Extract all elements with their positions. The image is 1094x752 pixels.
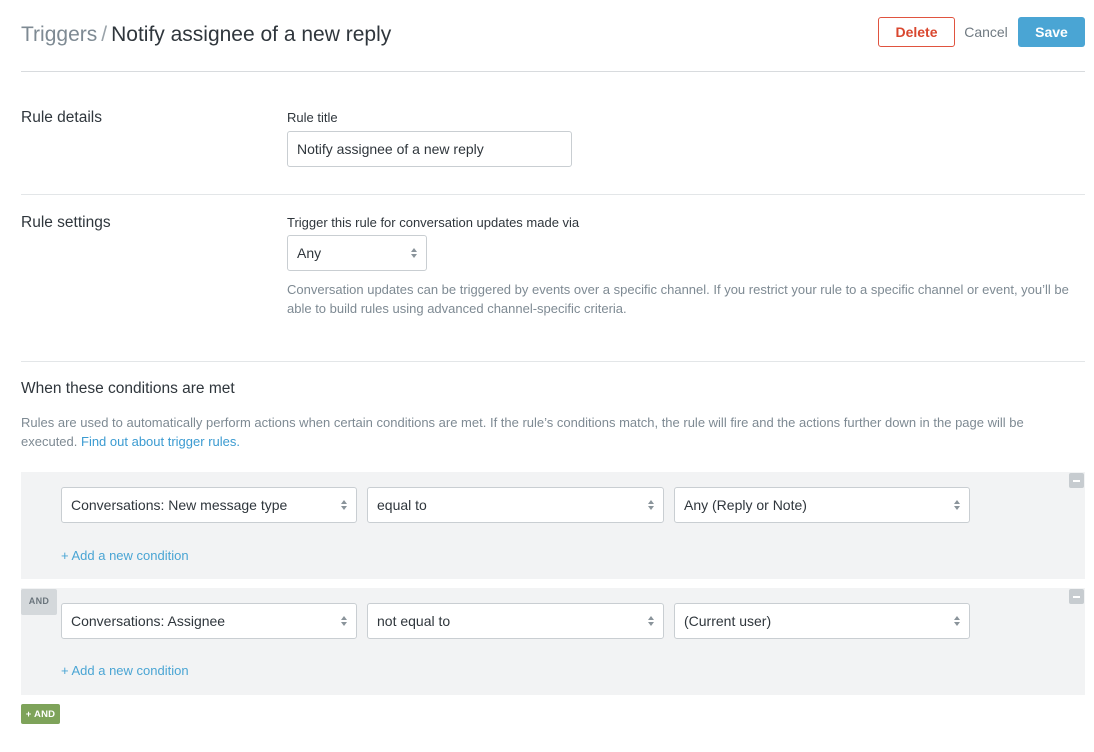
condition-operator-select[interactable]: equal to (367, 487, 664, 523)
select-caret-icon (954, 615, 960, 627)
add-and-group-button[interactable]: + AND (21, 704, 60, 724)
condition-field-select[interactable]: Conversations: New message type (61, 487, 357, 523)
trigger-rules-help-link[interactable]: Find out about trigger rules. (81, 434, 240, 449)
trigger-channel-value: Any (297, 245, 322, 261)
conditions-description: Rules are used to automatically perform … (21, 414, 1083, 451)
condition-field-value: Conversations: Assignee (71, 613, 226, 629)
trigger-channel-help: Conversation updates can be triggered by… (287, 282, 1069, 316)
rule-title-label: Rule title (287, 110, 338, 125)
breadcrumb: Triggers / Notify assignee of a new reply (21, 22, 391, 48)
trigger-channel-select[interactable]: Any (287, 235, 427, 271)
select-caret-icon (954, 499, 960, 511)
add-condition-link[interactable]: + Add a new condition (61, 663, 189, 678)
add-condition-link[interactable]: + Add a new condition (61, 548, 189, 563)
section-divider (21, 361, 1085, 362)
condition-value-value: Any (Reply or Note) (684, 497, 807, 513)
condition-value-select[interactable]: Any (Reply or Note) (674, 487, 970, 523)
breadcrumb-triggers-link[interactable]: Triggers (21, 23, 97, 46)
cancel-button[interactable]: Cancel (963, 17, 1009, 47)
rule-title-input[interactable] (287, 131, 572, 167)
page-title: Notify assignee of a new reply (111, 23, 392, 46)
select-caret-icon (648, 499, 654, 511)
condition-value-value: (Current user) (684, 613, 772, 629)
remove-group-icon[interactable] (1069, 589, 1084, 604)
save-button[interactable]: Save (1018, 17, 1085, 47)
trigger-channel-label: Trigger this rule for conversation updat… (287, 215, 580, 230)
section-divider (21, 194, 1085, 195)
condition-operator-value: equal to (377, 497, 427, 513)
remove-group-icon[interactable] (1069, 473, 1084, 488)
rule-details-heading: Rule details (21, 109, 102, 126)
breadcrumb-separator: / (101, 23, 108, 46)
rule-settings-heading: Rule settings (21, 214, 111, 231)
select-caret-icon (341, 499, 347, 511)
condition-group: Conversations: Assignee not equal to (Cu… (21, 588, 1085, 695)
select-caret-icon (648, 615, 654, 627)
condition-value-select[interactable]: (Current user) (674, 603, 970, 639)
condition-field-value: Conversations: New message type (71, 497, 288, 513)
and-connector-badge: AND (21, 589, 57, 615)
condition-field-select[interactable]: Conversations: Assignee (61, 603, 357, 639)
condition-operator-select[interactable]: not equal to (367, 603, 664, 639)
trigger-edit-page: Triggers / Notify assignee of a new reply … (0, 0, 1094, 752)
select-caret-icon (411, 247, 417, 259)
condition-group: Conversations: New message type equal to… (21, 472, 1085, 579)
page-header: Triggers / Notify assignee of a new reply … (21, 0, 1085, 72)
conditions-heading: When these conditions are met (21, 380, 235, 397)
condition-operator-value: not equal to (377, 613, 451, 629)
delete-button[interactable]: Delete (878, 17, 955, 47)
select-caret-icon (341, 615, 347, 627)
